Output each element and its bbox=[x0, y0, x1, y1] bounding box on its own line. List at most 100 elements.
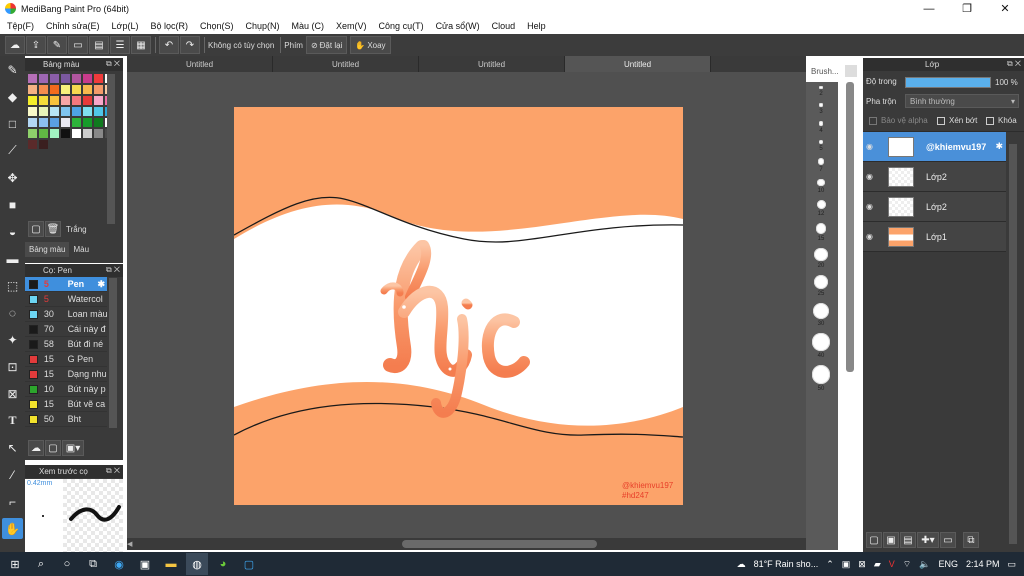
color-swatch[interactable] bbox=[39, 85, 48, 94]
color-swatch[interactable] bbox=[61, 74, 70, 83]
eye-icon[interactable]: ◉ bbox=[866, 142, 878, 151]
network-icon[interactable]: ⌔ bbox=[903, 559, 911, 570]
panel-close-icon[interactable]: ⧉ ✕ bbox=[1007, 59, 1021, 69]
color-swatch[interactable] bbox=[50, 107, 59, 116]
layer-row[interactable]: ◉ Lớp2 bbox=[863, 192, 1006, 222]
eye-icon[interactable]: ◉ bbox=[866, 172, 878, 181]
brush-size-item[interactable]: 7 bbox=[806, 158, 836, 173]
panel-close-icon[interactable]: ⧉ ✕ bbox=[106, 59, 120, 69]
brush-size-item[interactable]: 5 bbox=[806, 139, 836, 152]
brush-size-scrollbar[interactable] bbox=[846, 82, 854, 372]
color-swatch[interactable] bbox=[72, 129, 81, 138]
color-swatch[interactable] bbox=[50, 118, 59, 127]
brush-size-item[interactable]: 40 bbox=[806, 333, 836, 359]
color-swatch[interactable] bbox=[50, 96, 59, 105]
add-layer-menu-icon[interactable]: ✚▾ bbox=[917, 532, 939, 548]
cloud-brush-icon[interactable]: ☁ bbox=[28, 440, 44, 456]
brush-size-item[interactable]: 20 bbox=[806, 247, 836, 269]
color-swatch[interactable] bbox=[72, 85, 81, 94]
task-view-icon[interactable]: ⧉ bbox=[82, 553, 104, 575]
app-icon-green[interactable]: ◕ bbox=[212, 553, 234, 575]
brush-size-item[interactable]: 12 bbox=[806, 200, 836, 217]
color-swatch[interactable] bbox=[39, 96, 48, 105]
brush-size-item[interactable]: 25 bbox=[806, 274, 836, 297]
weather-text[interactable]: 81°F Rain sho... bbox=[754, 559, 819, 569]
menu-filter[interactable]: Bộ lọc(R) bbox=[150, 21, 188, 31]
color-swatch[interactable] bbox=[28, 96, 37, 105]
volume-icon[interactable]: 🔈 bbox=[919, 559, 930, 570]
brush-item[interactable]: 10 Bút này p bbox=[25, 382, 107, 397]
reset-button[interactable]: ⊘ Đặt lại bbox=[305, 36, 348, 54]
eye-icon[interactable]: ◉ bbox=[866, 232, 878, 241]
brush-size-item[interactable]: 2 bbox=[806, 86, 836, 97]
brush-size-item[interactable]: 4 bbox=[806, 120, 836, 134]
color-swatch[interactable] bbox=[28, 140, 37, 149]
eyedropper-icon[interactable]: ⌐ bbox=[2, 491, 23, 512]
new-brush-icon[interactable]: ▢ bbox=[45, 440, 61, 456]
notification-icon[interactable]: ▭ bbox=[1007, 559, 1016, 570]
color-swatch[interactable] bbox=[39, 118, 48, 127]
folder-icon[interactable]: ▭ bbox=[940, 532, 956, 548]
brush-item[interactable]: 70 Cái này đ bbox=[25, 322, 107, 337]
dropper-icon[interactable]: ⁄ bbox=[2, 464, 23, 485]
menu-layer[interactable]: Lớp(L) bbox=[112, 21, 139, 31]
color-swatch[interactable] bbox=[94, 96, 103, 105]
edge-icon[interactable]: ◉ bbox=[108, 553, 130, 575]
color-swatch[interactable] bbox=[28, 74, 37, 83]
color-swatch[interactable] bbox=[83, 85, 92, 94]
color-swatch[interactable] bbox=[61, 118, 70, 127]
menu-tools[interactable]: Công cụ(T) bbox=[379, 21, 424, 31]
color-swatch[interactable] bbox=[83, 129, 92, 138]
color-swatch[interactable] bbox=[83, 107, 92, 116]
brush-item[interactable]: 15 Dạng nhu bbox=[25, 367, 107, 382]
menu-view[interactable]: Xem(V) bbox=[336, 21, 367, 31]
new-layer-pattern-icon[interactable]: ▣ bbox=[883, 532, 899, 548]
brush-item[interactable]: 15 Bút vẽ ca bbox=[25, 397, 107, 412]
move-icon[interactable]: ✥ bbox=[2, 167, 23, 188]
grid-icon[interactable]: ▦ bbox=[131, 36, 151, 54]
color-swatch[interactable] bbox=[61, 85, 70, 94]
opacity-slider[interactable] bbox=[905, 77, 991, 88]
color-swatch[interactable] bbox=[61, 96, 70, 105]
magic-wand-icon[interactable]: ✦ bbox=[2, 329, 23, 350]
menu-color[interactable]: Màu (C) bbox=[292, 21, 325, 31]
color-swatch[interactable] bbox=[83, 96, 92, 105]
delete-swatch-icon[interactable]: 🗑 bbox=[45, 221, 61, 237]
medibang-icon[interactable]: ◍ bbox=[186, 553, 208, 575]
color-swatch[interactable] bbox=[50, 129, 59, 138]
new-layer-icon[interactable]: ▢ bbox=[866, 532, 882, 548]
layer-row[interactable]: ◉ Lớp1 bbox=[863, 222, 1006, 252]
brush-size-item[interactable]: 15 bbox=[806, 223, 836, 242]
color-swatch[interactable] bbox=[72, 74, 81, 83]
color-swatch[interactable] bbox=[39, 107, 48, 116]
menu-cloud[interactable]: Cloud bbox=[492, 21, 516, 31]
tray-icon-4[interactable]: V bbox=[889, 559, 895, 569]
tab-document-active[interactable]: Untitled bbox=[565, 56, 711, 72]
color-swatch[interactable] bbox=[61, 107, 70, 116]
tray-icon-1[interactable]: ▣ bbox=[842, 559, 851, 570]
color-swatch[interactable] bbox=[94, 85, 103, 94]
maximize-button[interactable]: ❐ bbox=[948, 0, 986, 17]
blend-select[interactable]: Bình thường ▾ bbox=[905, 94, 1019, 108]
panel-close-icon[interactable]: ⧉ ✕ bbox=[106, 265, 120, 275]
weather-icon[interactable]: ☁ bbox=[737, 559, 746, 570]
undo-icon[interactable]: ↶ bbox=[159, 36, 179, 54]
color-swatch[interactable] bbox=[83, 118, 92, 127]
brush-size-item[interactable]: 10 bbox=[806, 178, 836, 194]
document-icon[interactable]: ▤ bbox=[89, 36, 109, 54]
color-swatch[interactable] bbox=[50, 85, 59, 94]
tab-document[interactable]: Untitled bbox=[273, 56, 419, 72]
tray-icon-3[interactable]: ▰ bbox=[874, 559, 881, 570]
bucket-icon[interactable]: ◒ bbox=[2, 221, 23, 242]
canvas-workarea[interactable]: @khiemvu197 #hd247 bbox=[127, 72, 806, 538]
file-explorer-icon[interactable]: ▬ bbox=[160, 553, 182, 575]
color-swatch[interactable] bbox=[72, 96, 81, 105]
color-swatch[interactable] bbox=[61, 129, 70, 138]
menu-edit[interactable]: Chỉnh sửa(E) bbox=[46, 21, 100, 31]
menu-snap[interactable]: Chụp(N) bbox=[246, 21, 280, 31]
drawing-canvas[interactable]: @khiemvu197 #hd247 bbox=[234, 107, 683, 505]
brush-menu-icon[interactable]: ▣▾ bbox=[62, 440, 84, 456]
color-swatch[interactable] bbox=[39, 129, 48, 138]
menu-file[interactable]: Tệp(F) bbox=[7, 21, 34, 31]
dot-icon[interactable]: □ bbox=[2, 113, 23, 134]
